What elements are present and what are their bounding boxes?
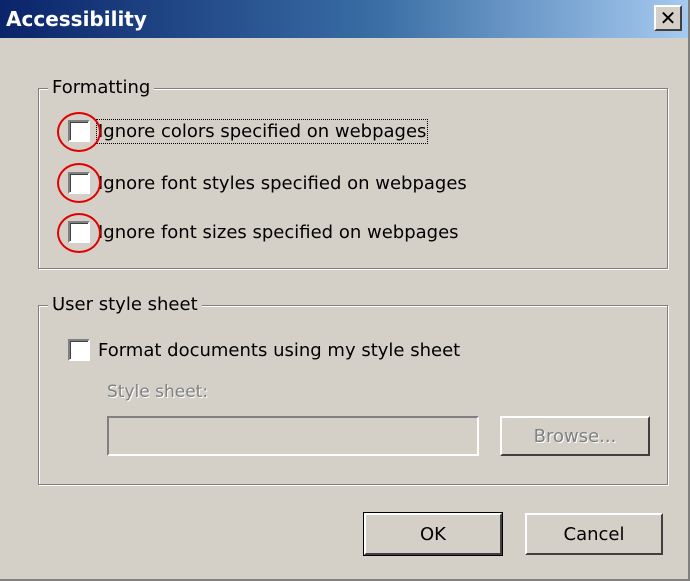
style-sheet-input[interactable] (107, 416, 479, 456)
ignore-colors-label[interactable]: Ignore colors specified on webpages (95, 118, 429, 144)
ignore-font-styles-label[interactable]: Ignore font styles specified on webpages (98, 173, 467, 194)
cancel-button[interactable]: Cancel (525, 513, 663, 555)
option-ignore-font-styles[interactable]: Ignore font styles specified on webpages (68, 172, 467, 194)
formatting-legend: Formatting (48, 77, 155, 98)
option-format-documents[interactable]: Format documents using my style sheet (68, 339, 460, 361)
option-ignore-font-sizes[interactable]: Ignore font sizes specified on webpages (68, 221, 459, 243)
title-bar[interactable]: Accessibility ✕ (0, 0, 688, 38)
ignore-font-sizes-label[interactable]: Ignore font sizes specified on webpages (98, 222, 459, 243)
close-button[interactable]: ✕ (654, 5, 682, 31)
annotation-circle (57, 112, 101, 152)
ok-button[interactable]: OK (363, 512, 503, 556)
format-documents-label[interactable]: Format documents using my style sheet (98, 340, 460, 361)
user-style-sheet-legend: User style sheet (48, 294, 202, 315)
annotation-circle (57, 213, 101, 253)
style-sheet-label: Style sheet: (107, 382, 209, 402)
format-documents-checkbox[interactable] (68, 339, 90, 361)
accessibility-dialog: Accessibility ✕ Formatting Ignore colors… (0, 0, 690, 581)
dialog-title: Accessibility (6, 7, 147, 31)
option-ignore-colors[interactable]: Ignore colors specified on webpages (68, 118, 429, 144)
close-icon: ✕ (659, 6, 677, 30)
annotation-circle (57, 163, 101, 203)
browse-button[interactable]: Browse... (500, 416, 650, 456)
